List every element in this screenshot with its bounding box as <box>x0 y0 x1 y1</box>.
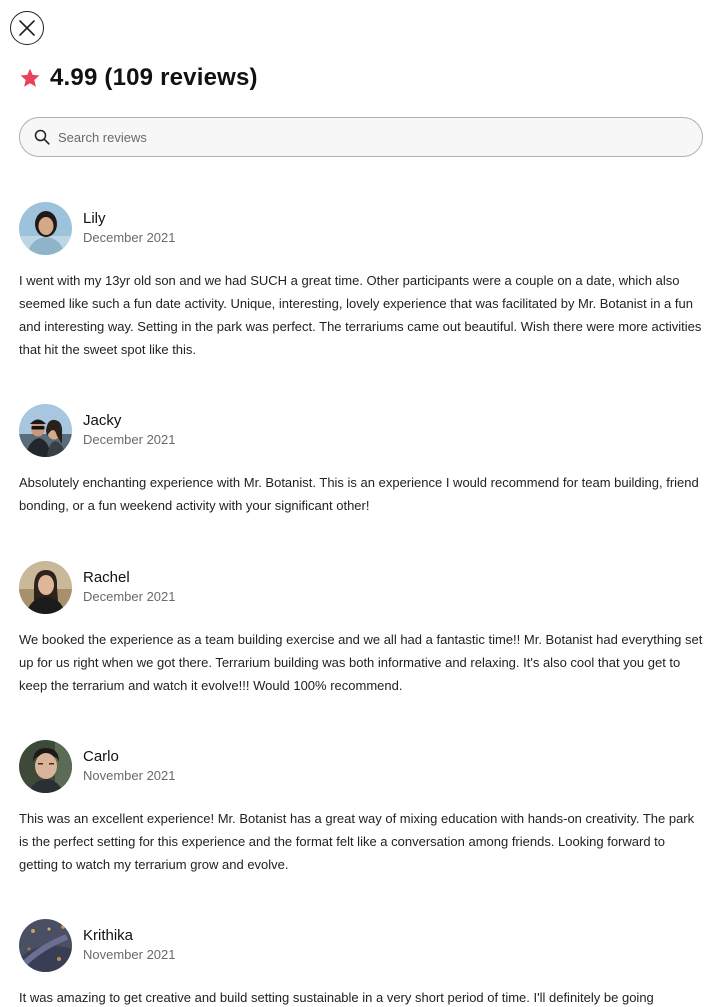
avatar-image <box>19 202 72 255</box>
reviewer-name: Krithika <box>83 927 134 944</box>
reviewer-name: Carlo <box>83 748 119 765</box>
avatar[interactable] <box>19 404 72 457</box>
avatar-image <box>19 561 72 614</box>
review-header: Carlo November 2021 <box>19 740 703 793</box>
review-item: Lily December 2021 I went with my 13yr o… <box>19 202 703 361</box>
review-header: Jacky December 2021 <box>19 404 703 457</box>
review-item: Carlo November 2021 This was an excellen… <box>19 740 703 876</box>
close-button[interactable] <box>10 11 44 45</box>
reviews-modal: 4.99 (109 reviews) Lily December 2021 <box>0 0 720 1007</box>
avatar[interactable] <box>19 919 72 972</box>
review-header: Lily December 2021 <box>19 202 703 255</box>
reviewer-name: Jacky <box>83 412 122 429</box>
review-date: November 2021 <box>83 768 176 783</box>
close-icon <box>19 20 35 36</box>
search-bar[interactable] <box>19 117 703 157</box>
review-header: Rachel December 2021 <box>19 561 703 614</box>
reviewer-name: Rachel <box>83 569 130 586</box>
review-item: Krithika November 2021 It was amazing to… <box>19 919 703 1007</box>
avatar[interactable] <box>19 561 72 614</box>
review-text: It was amazing to get creative and build… <box>19 990 654 1005</box>
avatar[interactable] <box>19 202 72 255</box>
rating-summary: 4.99 (109 reviews) <box>19 64 258 92</box>
review-date: December 2021 <box>83 230 176 245</box>
review-item: Jacky December 2021 Absolutely enchantin… <box>19 404 703 517</box>
review-text: I went with my 13yr old son and we had S… <box>19 273 702 357</box>
review-text: Absolutely enchanting experience with Mr… <box>19 475 699 513</box>
review-date: November 2021 <box>83 947 176 962</box>
review-date: December 2021 <box>83 432 176 447</box>
avatar-image <box>19 919 72 972</box>
review-date: December 2021 <box>83 589 176 604</box>
review-text: This was an excellent experience! Mr. Bo… <box>19 811 695 872</box>
search-icon <box>34 129 50 145</box>
star-icon <box>20 68 40 87</box>
review-item: Rachel December 2021 We booked the exper… <box>19 561 703 697</box>
avatar-image <box>19 740 72 793</box>
reviewer-name: Lily <box>83 210 106 227</box>
review-header: Krithika November 2021 <box>19 919 703 972</box>
rating-title: 4.99 (109 reviews) <box>50 64 258 91</box>
search-input[interactable] <box>58 129 658 145</box>
avatar[interactable] <box>19 740 72 793</box>
avatar-image <box>19 404 72 457</box>
review-text: We booked the experience as a team build… <box>19 632 703 693</box>
